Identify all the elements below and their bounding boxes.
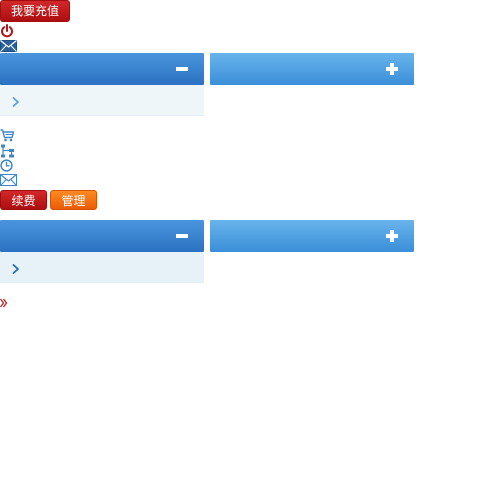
panel-2-row [0, 252, 204, 283]
panel-2-header-right [210, 220, 414, 252]
minus-icon[interactable] [175, 62, 189, 76]
minus-icon[interactable] [175, 229, 189, 243]
chevron-right-icon[interactable] [12, 96, 20, 107]
renew-button[interactable]: 续费 [0, 190, 47, 210]
envelope-icon[interactable] [0, 40, 17, 52]
chevron-right-icon[interactable] [12, 263, 20, 274]
power-icon[interactable] [0, 24, 14, 38]
panel-2-header-left [0, 220, 204, 252]
panel-1-row [0, 85, 204, 116]
panel-1-header-left [0, 53, 204, 85]
plus-icon[interactable] [385, 229, 399, 243]
network-icon[interactable] [0, 144, 16, 158]
panel-1-header-right [210, 53, 414, 85]
envelope-icon[interactable] [0, 174, 17, 186]
clock-icon[interactable] [0, 159, 14, 172]
cart-icon[interactable] [0, 129, 14, 142]
manage-button[interactable]: 管理 [50, 190, 97, 210]
plus-icon[interactable] [385, 62, 399, 76]
recharge-button[interactable]: 我要充值 [0, 0, 70, 22]
double-chevron-right-icon[interactable] [0, 298, 8, 308]
